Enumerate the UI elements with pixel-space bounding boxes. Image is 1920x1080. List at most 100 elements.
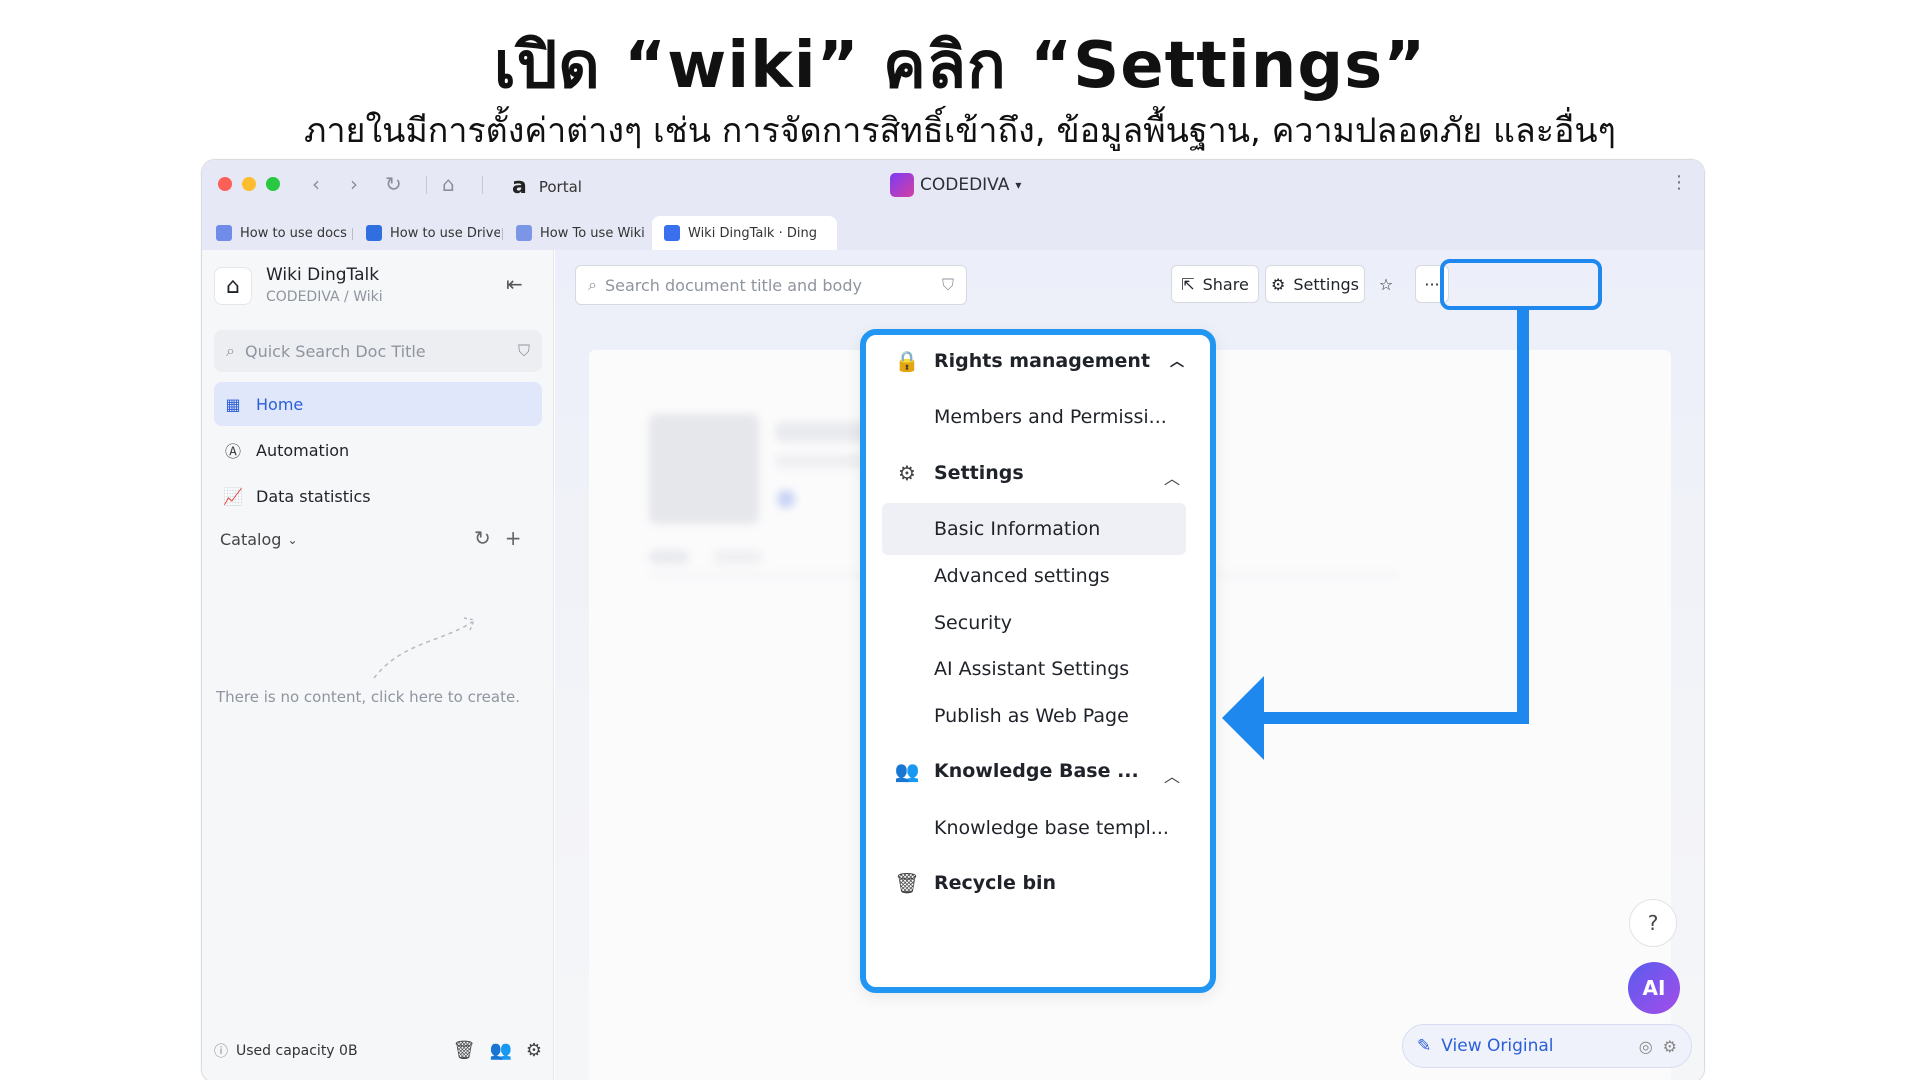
automation-icon: Ⓐ: [224, 442, 241, 461]
maximize-window-button[interactable]: [266, 177, 280, 191]
wiki-cover-placeholder: [649, 414, 759, 524]
capacity-text: Used capacity 0B: [236, 1042, 358, 1059]
filter-icon[interactable]: ⛉: [518, 341, 530, 361]
settings-button[interactable]: ⚙ Settings: [1265, 265, 1365, 303]
menu-item-basic-information[interactable]: Basic Information: [882, 503, 1186, 555]
settings-highlight-box: [1440, 259, 1602, 310]
lock-icon: 🔒: [894, 349, 920, 373]
tab-wiki-howto[interactable]: How To use Wiki in D: [504, 216, 650, 250]
settings-label: Settings: [1293, 274, 1359, 294]
ai-assistant-button[interactable]: AI: [1628, 962, 1680, 1014]
menu-item-members[interactable]: Members and Permissi...: [882, 391, 1186, 443]
quick-search-placeholder: Quick Search Doc Title: [244, 341, 426, 361]
sidebar-item-label: Home: [256, 394, 304, 414]
recycle-bin-icon[interactable]: 🗑: [453, 1040, 476, 1061]
chevron-up-icon: ︿: [1170, 354, 1185, 370]
gear-icon[interactable]: ⚙: [1663, 1037, 1677, 1056]
translate-icon: ✎: [1417, 1036, 1432, 1056]
doc-icon: [366, 225, 382, 241]
home-icon[interactable]: ⌂: [214, 267, 252, 305]
menu-item-label: Advanced settings: [934, 565, 1110, 587]
rights-management-header[interactable]: 🔒 Rights management ︿: [894, 349, 1184, 373]
chevron-up-icon[interactable]: ︿: [1164, 465, 1180, 489]
org-switcher[interactable]: CODEDIVA ▾: [890, 173, 1021, 197]
breadcrumb: CODEDIVA / Wiki: [266, 289, 383, 305]
search-icon: ⌕: [588, 275, 597, 294]
menu-item-ai-assistant-settings[interactable]: AI Assistant Settings: [882, 643, 1186, 695]
empty-catalog-text[interactable]: There is no content, click here to creat…: [216, 688, 520, 706]
doc-icon: [516, 225, 532, 241]
dashed-hint-arrow-icon: [373, 617, 476, 679]
add-icon[interactable]: +: [505, 526, 522, 550]
sidebar-item-automation[interactable]: Ⓐ Automation: [214, 428, 542, 472]
minimize-window-button[interactable]: [242, 177, 256, 191]
portal-logo: a: [512, 174, 527, 199]
sidebar-item-label: Automation: [256, 440, 350, 460]
tab-docs[interactable]: How to use docs in D: [204, 216, 350, 250]
favorite-button[interactable]: ☆: [1373, 265, 1399, 303]
org-name: CODEDIVA: [920, 175, 1010, 195]
kb-header-label: Knowledge Base ...: [934, 760, 1139, 782]
menu-item-label: Knowledge base templ...: [934, 817, 1169, 839]
close-window-button[interactable]: [218, 177, 232, 191]
tab-label: How To use Wiki in D: [540, 225, 650, 241]
wiki-header: ⌂ Wiki DingTalk CODEDIVA / Wiki: [214, 264, 383, 308]
more-label: ···: [1424, 274, 1440, 294]
recycle-bin-item[interactable]: 🗑 Recycle bin: [894, 871, 1056, 895]
tab-label: Wiki DingTalk · Ding: [688, 225, 817, 241]
portal-link[interactable]: a Portal: [512, 174, 582, 199]
tab-drive[interactable]: How to use Drive in D: [354, 216, 500, 250]
menu-item-label: Members and Permissi...: [934, 406, 1167, 428]
sidebar-item-data-statistics[interactable]: 📈 Data statistics: [214, 474, 542, 518]
gear-icon: ⚙: [898, 461, 916, 485]
menu-item-advanced-settings[interactable]: Advanced settings: [882, 550, 1186, 602]
document-search-input[interactable]: ⌕ Search document title and body ⛉: [575, 265, 967, 305]
sidebar-item-label: Data statistics: [256, 486, 371, 506]
users-icon: 👥: [894, 759, 920, 783]
ai-sparkle-icon: AI: [1642, 976, 1666, 1000]
document-search-placeholder: Search document title and body: [604, 275, 862, 295]
chevron-up-icon[interactable]: ︿: [1164, 763, 1180, 787]
back-icon[interactable]: ‹: [312, 172, 320, 196]
collapse-sidebar-icon[interactable]: ⇤: [506, 272, 523, 296]
info-icon: ⓘ: [214, 1043, 228, 1060]
share-label: Share: [1202, 274, 1249, 294]
title-bar: ‹ › ↻ ⌂ a Portal CODEDIVA ▾ ⋮: [202, 160, 1704, 210]
recycle-bin-label: Recycle bin: [934, 872, 1057, 894]
tab-wiki-dingtalk[interactable]: Wiki DingTalk · Ding: [652, 216, 837, 250]
quick-search-input[interactable]: ⌕ Quick Search Doc Title ⛉: [214, 330, 542, 372]
portal-label: Portal: [538, 177, 582, 196]
menu-item-label: Security: [934, 612, 1013, 634]
menu-item-label: AI Assistant Settings: [934, 658, 1130, 680]
tab-placeholder: [713, 550, 763, 564]
catalog-label: Catalog: [220, 530, 282, 549]
help-button[interactable]: ?: [1629, 899, 1677, 947]
settings-header[interactable]: ⚙ Settings: [894, 461, 1024, 485]
settings-dropdown-menu: 🔒 Rights management ︿ Members and Permis…: [860, 329, 1216, 993]
window-more-icon[interactable]: ⋮: [1670, 172, 1688, 193]
menu-item-knowledge-base-template[interactable]: Knowledge base templ...: [882, 802, 1186, 854]
search-icon: ⌕: [226, 341, 235, 360]
home-cloud-icon[interactable]: ⌂: [442, 172, 455, 196]
rights-header-label: Rights management: [934, 350, 1151, 372]
sidebar-footer: ⓘ Used capacity 0B 🗑 👥 ⚙: [214, 1040, 542, 1061]
menu-item-security[interactable]: Security: [882, 597, 1186, 649]
tab-label: How to use Drive in D: [390, 225, 500, 241]
share-button[interactable]: ⇱ Share: [1171, 265, 1259, 303]
menu-item-publish-web-page[interactable]: Publish as Web Page: [882, 690, 1186, 742]
sidebar-item-home[interactable]: ▦ Home: [214, 382, 542, 426]
forward-icon[interactable]: ›: [350, 172, 358, 196]
refresh-icon[interactable]: ↻: [474, 526, 491, 550]
catalog-toggle[interactable]: Catalog ⌄: [220, 530, 298, 549]
filter-icon[interactable]: ⛉: [942, 275, 954, 295]
globe-icon[interactable]: ◎: [1639, 1037, 1653, 1056]
menu-item-label: Basic Information: [934, 518, 1101, 540]
knowledge-base-header[interactable]: 👥 Knowledge Base ...: [894, 759, 1139, 783]
grid-icon: ▦: [225, 394, 241, 414]
reload-icon[interactable]: ↻: [385, 172, 402, 196]
gear-icon[interactable]: ⚙: [526, 1040, 542, 1061]
members-icon[interactable]: 👥: [489, 1040, 511, 1061]
tab-label: How to use docs in D: [240, 225, 350, 241]
org-logo-icon: [890, 173, 914, 197]
view-original-bar[interactable]: ✎ View Original ◎ ⚙: [1402, 1024, 1692, 1068]
